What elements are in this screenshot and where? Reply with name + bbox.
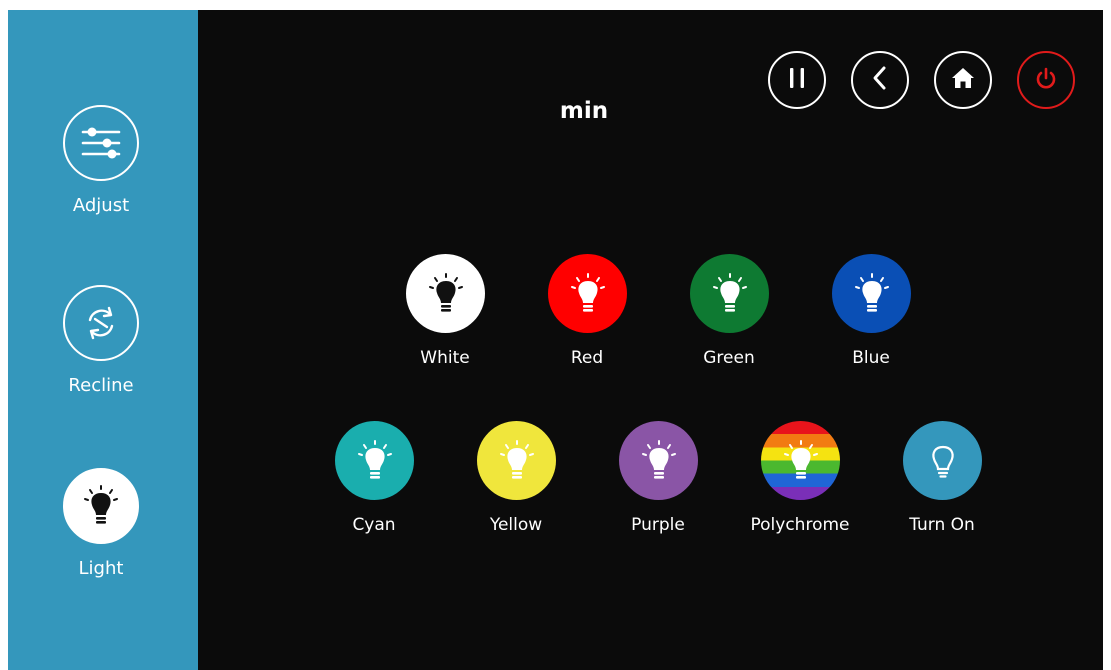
sidebar-item-label: Light <box>78 558 124 579</box>
lightbulb-icon <box>690 254 769 333</box>
home-button[interactable] <box>934 51 992 109</box>
light-option-label: Blue <box>852 348 890 368</box>
lightbulb-icon <box>832 254 911 333</box>
light-option-label: Cyan <box>352 515 396 535</box>
rotate-arrows-icon <box>63 285 139 361</box>
lightbulb-icon <box>335 421 414 500</box>
back-chevron-icon <box>868 65 892 95</box>
lightbulb-icon <box>548 254 627 333</box>
lightbulb-icon <box>619 421 698 500</box>
light-option-label: Polychrome <box>750 515 850 535</box>
light-option-label: White <box>420 348 470 368</box>
light-option-label: Yellow <box>489 515 543 535</box>
light-option-label: Green <box>703 348 755 368</box>
lightbulb-outline-icon <box>903 421 982 500</box>
light-option-label: Purple <box>631 515 685 535</box>
app-frame: Adjust Recline Light min White Red Green… <box>8 10 1103 670</box>
power-icon <box>1033 65 1059 95</box>
light-option-label: Red <box>570 348 604 368</box>
page-title: min <box>559 98 609 124</box>
sidebar: Adjust Recline Light <box>8 10 198 670</box>
sidebar-item-label: Recline <box>68 375 134 396</box>
pause-icon <box>785 65 809 95</box>
lightbulb-icon <box>406 254 485 333</box>
lightbulb-icon <box>761 421 840 500</box>
light-option-label: Turn On <box>909 515 975 535</box>
power-button[interactable] <box>1017 51 1075 109</box>
lightbulb-icon <box>63 468 139 544</box>
sidebar-item-label: Adjust <box>72 195 130 216</box>
lightbulb-icon <box>477 421 556 500</box>
back-button[interactable] <box>851 51 909 109</box>
sliders-icon <box>63 105 139 181</box>
home-icon <box>950 65 976 95</box>
pause-button[interactable] <box>768 51 826 109</box>
